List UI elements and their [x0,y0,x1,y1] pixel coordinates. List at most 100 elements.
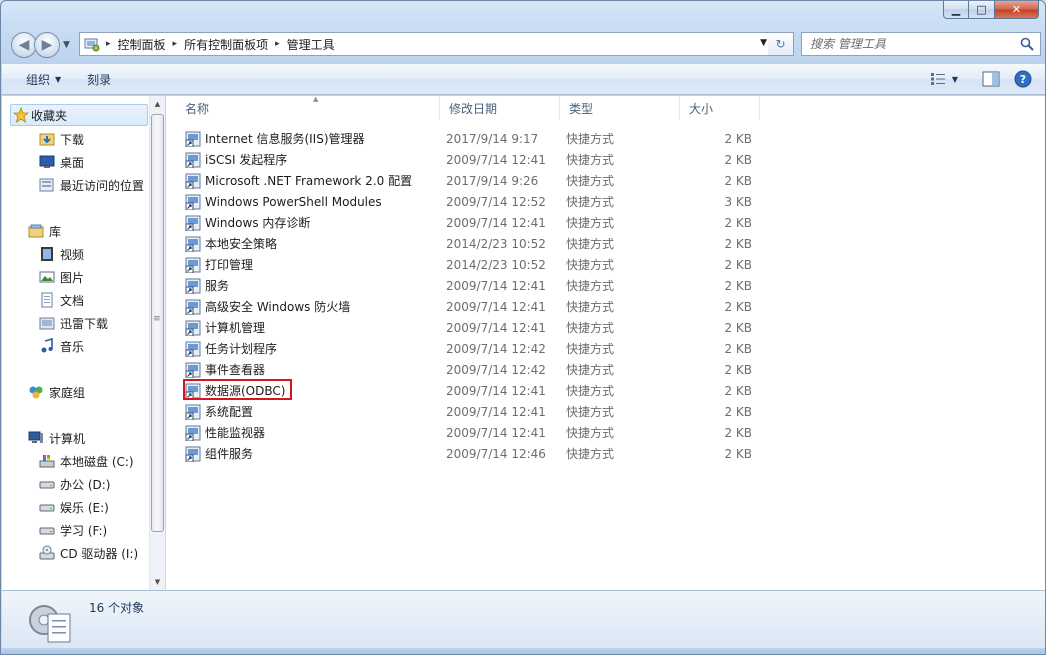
column-header-name[interactable]: 名称 ▲ [176,95,440,120]
file-date: 2009/7/14 12:41 [446,383,546,398]
shortcut-icon [185,257,201,273]
file-name-cell[interactable]: 性能监视器 [185,422,265,443]
recent-pages-dropdown[interactable]: ▼ [63,40,70,50]
nav-desktop[interactable]: 桌面 [39,151,84,173]
file-name-cell[interactable]: 本地安全策略 [185,233,277,254]
forward-arrow-icon: ▶ [41,37,53,53]
nav-music[interactable]: 音乐 [39,335,84,357]
file-type: 快捷方式 [566,426,615,440]
close-button[interactable]: ✕ [995,1,1039,19]
file-name-cell[interactable]: Internet 信息服务(IIS)管理器 [185,128,365,149]
column-header-size[interactable]: 大小 [680,96,760,120]
table-row[interactable]: 系统配置 2009/7/14 12:41 快捷方式 2 KB [166,401,1045,422]
table-row[interactable]: 任务计划程序 2009/7/14 12:42 快捷方式 2 KB [166,338,1045,359]
nav-drive-e[interactable]: 娱乐 (E:) [39,496,109,518]
file-name: 计算机管理 [205,321,266,335]
table-row[interactable]: 数据源(ODBC) 2009/7/14 12:41 快捷方式 2 KB [166,380,1045,401]
navigation-scrollbar[interactable]: ▲ ≡ ▼ [149,96,165,590]
nav-libraries[interactable]: 库 [28,220,61,242]
item-count: 16 个对象 [89,601,145,615]
file-name-cell[interactable]: 任务计划程序 [185,338,277,359]
file-name-cell[interactable]: 计算机管理 [185,317,265,338]
column-header-type[interactable]: 类型 [560,96,680,120]
breadcrumb-admin-tools[interactable]: 管理工具 [287,36,335,53]
file-date: 2017/9/14 9:17 [446,131,539,146]
file-type: 快捷方式 [566,447,615,461]
nav-drive-f[interactable]: 学习 (F:) [39,519,107,541]
file-date: 2009/7/14 12:41 [446,425,546,440]
nav-thunder-downloads[interactable]: 迅雷下载 [39,312,108,334]
nav-downloads[interactable]: 下载 [39,128,84,150]
refresh-button[interactable]: ↻ [768,32,794,56]
table-row[interactable]: Windows 内存诊断 2009/7/14 12:41 快捷方式 2 KB [166,212,1045,233]
file-name-cell[interactable]: Microsoft .NET Framework 2.0 配置 [185,170,412,191]
file-name: 任务计划程序 [205,342,278,356]
nav-homegroup[interactable]: 家庭组 [28,381,85,403]
address-history-dropdown[interactable]: ▼ [760,38,767,48]
table-row[interactable]: 组件服务 2009/7/14 12:46 快捷方式 2 KB [166,443,1045,464]
file-date: 2009/7/14 12:42 [446,341,546,356]
nav-drive-c[interactable]: 本地磁盘 (C:) [39,450,134,472]
address-bar[interactable]: ▸ 控制面板 ▸ 所有控制面板项 ▸ 管理工具 ▼ [79,32,794,56]
nav-pictures[interactable]: 图片 [39,266,84,288]
column-header-date[interactable]: 修改日期 [440,96,560,120]
table-row[interactable]: 服务 2009/7/14 12:41 快捷方式 2 KB [166,275,1045,296]
svg-text:?: ? [1020,73,1026,86]
breadcrumb-control-panel[interactable]: 控制面板 ▸ [118,36,185,53]
breadcrumb-separator-root[interactable]: ▸ [106,39,118,49]
burn-button[interactable]: 刻录 [77,71,121,88]
nav-favorites[interactable]: 收藏夹 [10,104,148,126]
change-view-button[interactable]: ▼ [930,72,958,86]
star-icon [13,107,29,123]
minimize-button[interactable]: ▁ [943,1,969,19]
file-name-cell[interactable]: 组件服务 [185,443,253,464]
nav-cd-drive[interactable]: CD 驱动器 (I:) [39,542,138,564]
scroll-down-arrow-icon[interactable]: ▼ [150,574,165,590]
nav-computer[interactable]: 计算机 [28,427,85,449]
shortcut-icon [185,362,201,378]
chevron-down-icon: ▼ [55,74,62,84]
table-row[interactable]: Internet 信息服务(IIS)管理器 2017/9/14 9:17 快捷方式 2… [166,128,1045,149]
file-name-cell[interactable]: Windows PowerShell Modules [185,191,382,212]
table-row[interactable]: 本地安全策略 2014/2/23 10:52 快捷方式 2 KB [166,233,1045,254]
shortcut-icon [185,404,201,420]
file-size: 2 KB [724,173,752,188]
search-input[interactable] [810,37,1010,51]
file-name-cell[interactable]: Windows 内存诊断 [185,212,310,233]
file-name-cell[interactable]: 高级安全 Windows 防火墙 [185,296,350,317]
search-box[interactable] [801,32,1041,56]
preview-pane-button[interactable] [982,71,1000,87]
table-row[interactable]: Windows PowerShell Modules 2009/7/14 12:5… [166,191,1045,212]
table-row[interactable]: 打印管理 2014/2/23 10:52 快捷方式 2 KB [166,254,1045,275]
sort-ascending-icon: ▲ [313,95,319,103]
table-row[interactable]: 性能监视器 2009/7/14 12:41 快捷方式 2 KB [166,422,1045,443]
breadcrumb-all-items[interactable]: 所有控制面板项 ▸ [184,36,287,53]
forward-button[interactable]: ▶ [34,32,60,58]
file-name-cell[interactable]: 服务 [185,275,229,296]
file-name: Windows PowerShell Modules [205,194,382,209]
shortcut-icon [185,299,201,315]
shortcut-icon [185,341,201,357]
library-icon [28,224,44,238]
nav-videos[interactable]: 视频 [39,243,84,265]
file-name-cell[interactable]: 打印管理 [185,254,253,275]
nav-drive-d[interactable]: 办公 (D:) [39,473,110,495]
table-row[interactable]: 事件查看器 2009/7/14 12:42 快捷方式 2 KB [166,359,1045,380]
file-name-cell[interactable]: 事件查看器 [185,359,265,380]
organize-button[interactable]: 组织 ▼ [16,71,71,88]
maximize-button[interactable]: □ [969,1,995,19]
nav-recent-places[interactable]: 最近访问的位置 [39,174,144,196]
search-icon[interactable] [1020,37,1034,51]
table-row[interactable]: Microsoft .NET Framework 2.0 配置 2017/9/14… [166,170,1045,191]
nav-documents[interactable]: 文档 [39,289,84,311]
help-button[interactable]: ? [1014,70,1032,88]
file-size: 2 KB [724,257,752,272]
table-row[interactable]: 计算机管理 2009/7/14 12:41 快捷方式 2 KB [166,317,1045,338]
file-name-cell[interactable]: 系统配置 [185,401,253,422]
file-name-cell[interactable]: iSCSI 发起程序 [185,149,287,170]
scroll-up-arrow-icon[interactable]: ▲ [150,96,165,112]
chevron-down-icon[interactable]: ▼ [952,75,958,84]
table-row[interactable]: 高级安全 Windows 防火墙 2009/7/14 12:41 快捷方式 2 KB [166,296,1045,317]
file-date: 2009/7/14 12:41 [446,215,546,230]
table-row[interactable]: iSCSI 发起程序 2009/7/14 12:41 快捷方式 2 KB [166,149,1045,170]
